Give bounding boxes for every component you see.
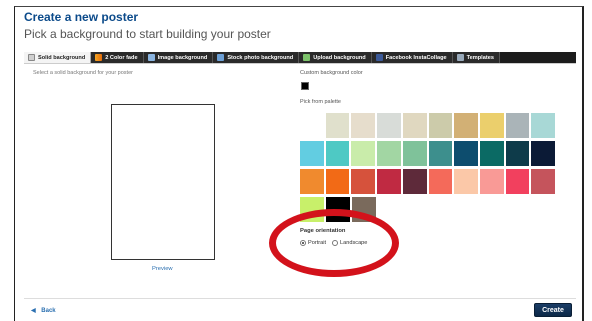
tab-label: Stock photo background [227,54,294,61]
palette-swatch[interactable] [454,113,478,138]
palette-swatch[interactable] [479,169,504,194]
tab-label: Image background [157,54,208,61]
palette-swatch[interactable] [300,113,324,138]
tab-label: Templates [466,54,494,61]
tab-solid-background[interactable]: Solid background [24,52,92,63]
tab-image-background[interactable]: Image background [143,52,214,63]
palette-swatch[interactable] [505,113,530,138]
solid-background-hint: Select a solid background for your poste… [33,70,133,76]
tab-stock-photo-background[interactable]: Stock photo background [213,52,300,63]
tab-2-color-fade[interactable]: 2 Color fade [91,52,144,63]
palette-swatch[interactable] [505,141,530,166]
custom-color-label: Custom background color [300,70,363,76]
image-icon [147,54,155,61]
tab-label: 2 Color fade [105,54,138,61]
highlight-annotation-ellipse [269,209,399,277]
palette-swatch[interactable] [377,141,401,166]
back-link[interactable]: ◀ Back [31,307,56,314]
solid-icon [28,54,35,61]
stock-photo-icon [217,54,225,61]
tab-label: Solid background [38,54,86,61]
upload-icon [303,54,311,61]
palette-row [300,141,557,166]
palette-swatch[interactable] [402,141,427,166]
facebook-icon [375,54,383,61]
tab-upload-background[interactable]: Upload background [299,52,372,63]
palette-swatch[interactable] [454,141,478,166]
palette-swatch[interactable] [300,169,324,194]
tab-bar: Solid background 2 Color fade Image back… [24,52,576,63]
palette-swatch[interactable] [377,169,401,194]
palette-swatch[interactable] [531,169,556,194]
create-button[interactable]: Create [534,303,572,317]
palette-swatch[interactable] [325,141,350,166]
palette-swatch[interactable] [479,113,504,138]
palette-swatch[interactable] [402,169,427,194]
palette-swatch[interactable] [402,113,427,138]
tab-facebook-instacollage[interactable]: Facebook InstaCollage [371,52,453,63]
palette-swatch[interactable] [325,113,350,138]
tab-label: Facebook InstaCollage [385,54,447,61]
palette-swatch[interactable] [531,141,556,166]
palette-label: Pick from palette [300,99,341,105]
poster-preview [111,104,215,260]
fade-icon [95,54,103,61]
tab-label: Upload background [313,54,366,61]
page-subtitle: Pick a background to start building your… [24,27,271,41]
palette-swatch[interactable] [325,169,350,194]
palette-swatch[interactable] [300,141,324,166]
palette-swatch[interactable] [351,169,376,194]
palette-swatch[interactable] [479,141,504,166]
back-label: Back [41,308,56,314]
templates-icon [456,54,464,61]
palette-swatch[interactable] [351,113,376,138]
palette-swatch[interactable] [454,169,478,194]
palette-swatch[interactable] [351,141,376,166]
preview-label: Preview [152,266,173,272]
footer-divider [24,298,576,299]
content-divider [24,63,576,64]
palette-swatch[interactable] [428,141,453,166]
custom-color-swatch[interactable] [301,82,309,90]
palette-swatch[interactable] [428,169,453,194]
palette-row [300,169,557,194]
palette-swatch[interactable] [377,113,401,138]
palette-swatch[interactable] [428,113,453,138]
palette-swatch[interactable] [531,113,556,138]
palette-swatch[interactable] [505,169,530,194]
tab-templates[interactable]: Templates [452,52,500,63]
back-arrow-icon: ◀ [31,308,36,314]
palette-row [300,113,557,138]
page-title: Create a new poster [24,10,139,24]
